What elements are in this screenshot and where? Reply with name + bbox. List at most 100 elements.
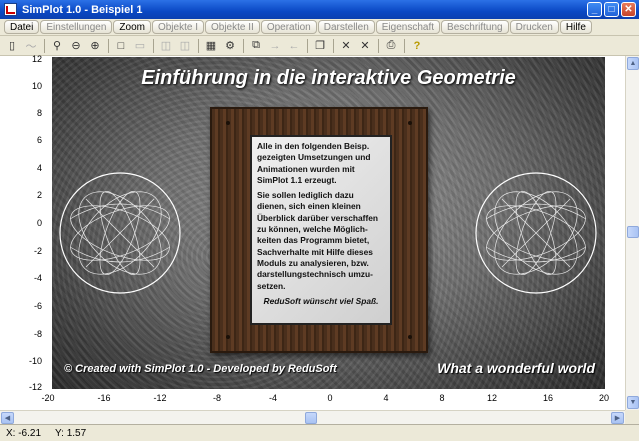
nail <box>226 335 230 339</box>
note-paragraph-1: Alle in den folgenden Beisp. gezeigten U… <box>257 141 371 185</box>
scroll-left-icon[interactable]: ◀ <box>1 412 14 424</box>
geometry-left-icon <box>59 172 181 294</box>
zoom-icon[interactable]: ⚲ <box>49 38 65 54</box>
vertical-scroll-thumb[interactable] <box>627 226 639 238</box>
scroll-up-icon[interactable]: ▲ <box>627 57 639 70</box>
y-tick-label: 6 <box>36 135 42 145</box>
menu-zoom[interactable]: Zoom <box>113 20 151 34</box>
y-tick-label: 8 <box>36 108 42 118</box>
x-tick-label: 8 <box>439 393 445 403</box>
y-tick-label: -2 <box>33 246 42 256</box>
toolbar-separator <box>44 38 45 53</box>
delete-icon[interactable]: ✕ <box>338 38 354 54</box>
print-icon[interactable]: ⎙ <box>383 38 399 54</box>
toolbar: ▯ 〜 ⚲ ⊖ ⊕ □ ▭ ◫ ◫ ▦ ⚙ ⧉ → ← ❐ ✕ ✕ ⎙ ? <box>0 36 639 56</box>
status-x-coordinate: X: -6.21 <box>6 427 42 439</box>
geometry-right-icon <box>475 172 597 294</box>
menu-hilfe[interactable]: Hilfe <box>559 20 592 34</box>
toolbar-separator <box>108 38 109 53</box>
y-tick-label: -4 <box>33 273 42 283</box>
toolbar-separator <box>378 38 379 53</box>
x-tick-label: -4 <box>268 393 278 403</box>
arrow-left-icon[interactable]: ← <box>286 38 302 54</box>
zoom-out-icon[interactable]: ⊖ <box>68 38 84 54</box>
frame-icon[interactable]: ▭ <box>132 38 148 54</box>
pages-icon[interactable]: ❐ <box>312 38 328 54</box>
toolbar-separator <box>404 38 405 53</box>
menu-objekte-2[interactable]: Objekte II <box>205 20 260 34</box>
intro-image: Einführung in die interaktive Geometrie <box>52 57 605 389</box>
toolbar-separator <box>307 38 308 53</box>
copy-icon[interactable]: ⧉ <box>248 38 264 54</box>
menu-drucken[interactable]: Drucken <box>509 20 559 34</box>
toolbar-separator <box>153 38 154 53</box>
nail <box>408 335 412 339</box>
footer-credit: © Created with SimPlot 1.0 - Developed b… <box>64 363 337 375</box>
graph-icon[interactable]: 〜 <box>23 38 39 54</box>
horizontal-scrollbar[interactable]: ◀ ▶ <box>0 410 625 424</box>
y-axis: 12 10 8 6 4 2 0 -2 -4 -6 -8 -10 -12 <box>0 54 48 410</box>
nail <box>226 121 230 125</box>
wooden-frame: Alle in den folgenden Beisp. gezeigten U… <box>210 107 428 353</box>
y-tick-label: -8 <box>33 329 42 339</box>
menu-einstellungen[interactable]: Einstellungen <box>40 20 113 34</box>
y-tick-label: -6 <box>33 301 42 311</box>
menu-bar: Datei Einstellungen Zoom Objekte I Objek… <box>0 19 639 36</box>
title-bar: SimPlot 1.0 - Beispiel 1 _ □ ✕ <box>0 0 639 19</box>
menu-eigenschaft[interactable]: Eigenschaft <box>375 20 441 34</box>
x-tick-label: 16 <box>542 393 554 403</box>
y-tick-label: 2 <box>36 190 42 200</box>
menu-objekte-1[interactable]: Objekte I <box>151 20 204 34</box>
toolbar-separator <box>198 38 199 53</box>
menu-darstellen[interactable]: Darstellen <box>317 20 375 34</box>
y-tick-label: 10 <box>31 81 42 91</box>
x-tick-label: 0 <box>327 393 333 403</box>
zoom-in-icon[interactable]: ⊕ <box>87 38 103 54</box>
x-tick-label: 12 <box>486 393 498 403</box>
minimize-button[interactable]: _ <box>587 2 602 17</box>
menu-datei[interactable]: Datei <box>4 20 40 34</box>
vertical-scrollbar[interactable]: ▲ ▼ <box>625 56 639 410</box>
x-axis: -20 -16 -12 -8 -4 0 4 8 12 16 20 <box>0 390 625 410</box>
headline: Einführung in die interaktive Geometrie <box>141 67 516 89</box>
scroll-right-icon[interactable]: ▶ <box>611 412 624 424</box>
x-tick-label: -16 <box>97 393 111 403</box>
maximize-button[interactable]: □ <box>604 2 619 17</box>
scrollbar-corner <box>625 410 639 424</box>
window-title: SimPlot 1.0 - Beispiel 1 <box>22 3 143 16</box>
close-button[interactable]: ✕ <box>621 2 636 17</box>
delete-all-icon[interactable]: ✕ <box>357 38 373 54</box>
note-paragraph-2: Sie sollen lediglich dazu dienen, sich e… <box>257 190 379 291</box>
y-tick-label: 4 <box>36 163 42 173</box>
table-icon[interactable]: ▦ <box>203 38 219 54</box>
x-tick-label: -8 <box>212 393 222 403</box>
arrow-right-icon[interactable]: → <box>267 38 283 54</box>
frame-note: Alle in den folgenden Beisp. gezeigten U… <box>250 135 392 325</box>
object-2-icon[interactable]: ◫ <box>177 38 193 54</box>
menu-operation[interactable]: Operation <box>260 20 317 34</box>
menu-beschriftung[interactable]: Beschriftung <box>441 20 509 34</box>
y-tick-label: 12 <box>31 54 42 64</box>
x-tick-label: -20 <box>41 393 55 403</box>
plot-area[interactable]: 12 10 8 6 4 2 0 -2 -4 -6 -8 -10 -12 Einf… <box>0 54 625 410</box>
calculator-icon[interactable]: ▯ <box>4 38 20 54</box>
nail <box>408 121 412 125</box>
status-y-coordinate: Y: 1.57 <box>55 427 87 439</box>
status-bar: X: -6.21 Y: 1.57 <box>0 424 639 441</box>
scroll-down-icon[interactable]: ▼ <box>627 396 639 409</box>
y-tick-label: 0 <box>36 218 42 228</box>
x-tick-label: -12 <box>153 393 167 403</box>
horizontal-scroll-thumb[interactable] <box>305 412 317 424</box>
square-icon[interactable]: □ <box>113 38 129 54</box>
note-signature: ReduSoft wünscht viel Spaß. <box>263 295 379 306</box>
object-icon[interactable]: ◫ <box>158 38 174 54</box>
app-icon <box>4 3 17 16</box>
footer-slogan: What a wonderful world <box>437 360 595 376</box>
help-icon[interactable]: ? <box>409 38 425 54</box>
toolbar-separator <box>243 38 244 53</box>
x-tick-label: 4 <box>383 393 389 403</box>
y-tick-label: -10 <box>28 356 42 366</box>
x-tick-label: 20 <box>598 393 610 403</box>
toolbar-separator <box>333 38 334 53</box>
settings-icon[interactable]: ⚙ <box>222 38 238 54</box>
